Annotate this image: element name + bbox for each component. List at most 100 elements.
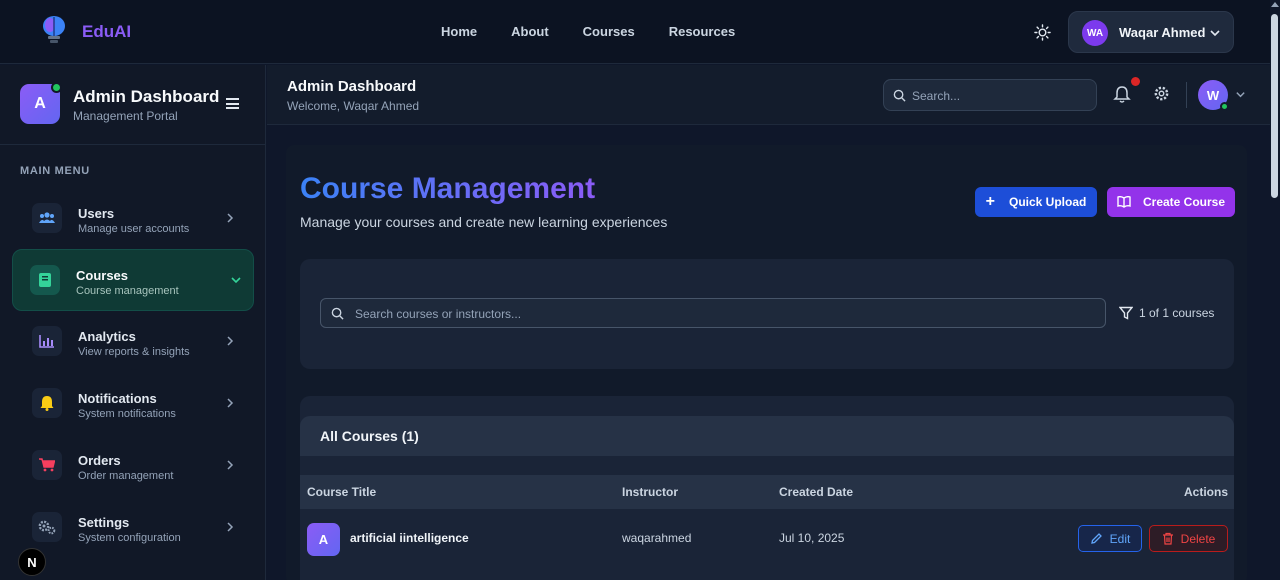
sidebar-title: Admin Dashboard	[73, 87, 220, 106]
sidebar-item-label: Analytics	[78, 329, 136, 344]
sidebar-item-label: Notifications	[78, 391, 157, 406]
course-avatar: A	[307, 523, 340, 556]
quick-upload-button[interactable]: + Quick Upload	[975, 187, 1097, 217]
scroll-up-arrow-icon[interactable]	[1271, 2, 1279, 7]
page-title: Course Management	[300, 172, 596, 205]
sidebar-item-courses[interactable]: Courses Course management	[12, 249, 254, 311]
col-course-title[interactable]: Course Title	[307, 485, 376, 499]
theme-toggle-sun-icon[interactable]	[1034, 24, 1051, 41]
course-title: artificial iintelligence	[350, 531, 469, 545]
table-title: All Courses (1)	[320, 428, 419, 444]
notification-bell-icon[interactable]	[1113, 85, 1131, 103]
cart-icon	[39, 458, 55, 472]
pencil-icon	[1090, 533, 1102, 544]
dev-tools-badge[interactable]: N	[18, 548, 46, 576]
filter-icon[interactable]	[1119, 306, 1133, 320]
chevron-right-icon	[227, 336, 234, 346]
create-course-button[interactable]: Create Course	[1107, 187, 1235, 217]
page-subtitle: Manage your courses and create new learn…	[300, 214, 668, 230]
users-icon	[39, 212, 55, 223]
nav-link-courses[interactable]: Courses	[583, 24, 635, 39]
chevron-right-icon	[227, 213, 234, 223]
edit-button[interactable]: Edit	[1078, 525, 1142, 552]
online-status-dot	[1220, 102, 1229, 111]
col-actions: Actions	[1183, 485, 1228, 499]
sidebar-item-orders[interactable]: Orders Order management	[12, 435, 254, 497]
book-icon	[39, 273, 51, 287]
main-menu-label: MAIN MENU	[20, 165, 90, 177]
sidebar-item-settings[interactable]: Settings System configuration	[12, 497, 254, 559]
course-instructor: waqarahmed	[622, 531, 692, 545]
notification-dot	[1131, 77, 1140, 86]
nav-link-home[interactable]: Home	[441, 24, 477, 39]
delete-label: Delete	[1180, 531, 1216, 546]
plus-icon: +	[985, 193, 995, 210]
filter-card: Search courses or instructors... 1 of 1 …	[300, 259, 1234, 369]
sidebar: A Admin Dashboard Management Portal MAIN…	[0, 65, 266, 580]
quick-upload-label: Quick Upload	[1009, 195, 1087, 209]
nav-links: Home About Courses Resources	[441, 24, 735, 39]
sidebar-item-users[interactable]: Users Manage user accounts	[12, 188, 254, 250]
sidebar-subtitle: Management Portal	[73, 109, 178, 123]
col-instructor[interactable]: Instructor	[622, 485, 678, 499]
settings-gear-icon[interactable]	[1153, 85, 1170, 102]
chart-icon-wrap	[32, 326, 62, 356]
page-scrollbar[interactable]	[1270, 0, 1280, 580]
hamburger-menu-icon[interactable]	[226, 98, 239, 109]
edit-label: Edit	[1109, 531, 1131, 546]
col-created-date[interactable]: Created Date	[779, 485, 853, 499]
chevron-down-icon[interactable]	[1235, 89, 1246, 100]
create-course-label: Create Course	[1142, 195, 1226, 209]
sidebar-item-label: Users	[78, 206, 115, 221]
sidebar-item-label: Orders	[78, 453, 121, 468]
search-icon	[893, 89, 906, 102]
sidebar-item-label: Courses	[76, 268, 129, 283]
user-menu-button[interactable]: WA Waqar Ahmed	[1068, 11, 1234, 53]
sidebar-header: A Admin Dashboard Management Portal	[0, 65, 266, 145]
chevron-right-icon	[227, 522, 234, 532]
delete-button[interactable]: Delete	[1149, 525, 1228, 552]
course-created-date: Jul 10, 2025	[779, 531, 845, 545]
users-icon-wrap	[32, 203, 62, 233]
sidebar-item-analytics[interactable]: Analytics View reports & insights	[12, 311, 254, 373]
cart-icon-wrap	[32, 450, 62, 480]
nav-link-resources[interactable]: Resources	[669, 24, 735, 39]
header-divider	[1186, 82, 1187, 108]
courses-table-card: All Courses (1) Course Title Instructor …	[300, 396, 1234, 580]
scrollbar-thumb[interactable]	[1271, 14, 1278, 198]
course-search-placeholder: Search courses or instructors...	[355, 307, 522, 321]
chevron-down-icon	[1210, 30, 1220, 37]
chevron-down-icon	[231, 277, 241, 284]
sidebar-item-sub: Order management	[78, 470, 174, 482]
bell-icon-wrap	[32, 388, 62, 418]
sidebar-item-sub: View reports & insights	[78, 346, 190, 358]
open-book-icon	[1117, 196, 1131, 208]
header-welcome: Welcome, Waqar Ahmed	[287, 99, 420, 113]
main-header: Admin Dashboard Welcome, Waqar Ahmed Sea…	[267, 65, 1270, 125]
nav-link-about[interactable]: About	[511, 24, 549, 39]
course-search-input[interactable]: Search courses or instructors...	[320, 298, 1106, 328]
chevron-right-icon	[227, 460, 234, 470]
bell-icon	[40, 396, 54, 411]
sidebar-item-notifications[interactable]: Notifications System notifications	[12, 373, 254, 435]
chart-icon	[39, 335, 54, 348]
table-row[interactable]: A artificial iintelligence waqarahmed Ju…	[300, 509, 1234, 569]
header-title: Admin Dashboard	[287, 78, 417, 95]
search-icon	[331, 307, 344, 320]
brand-name[interactable]: EduAI	[82, 22, 131, 42]
gears-icon-wrap	[32, 512, 62, 542]
brain-logo-icon[interactable]	[40, 15, 68, 45]
course-management-panel: Course Management Manage your courses an…	[286, 145, 1247, 580]
trash-icon	[1162, 532, 1173, 545]
gears-icon	[38, 520, 56, 535]
header-search-input[interactable]: Search...	[883, 79, 1097, 111]
user-name: Waqar Ahmed	[1119, 25, 1206, 40]
chevron-right-icon	[227, 398, 234, 408]
table-card-header: All Courses (1)	[300, 416, 1234, 456]
online-status-dot	[51, 82, 62, 93]
sidebar-item-sub: Course management	[76, 285, 179, 297]
search-placeholder: Search...	[912, 89, 961, 103]
sidebar-item-label: Settings	[78, 515, 130, 530]
sidebar-item-sub: Manage user accounts	[78, 223, 190, 235]
top-navbar: EduAI Home About Courses Resources WA Wa…	[0, 0, 1270, 64]
